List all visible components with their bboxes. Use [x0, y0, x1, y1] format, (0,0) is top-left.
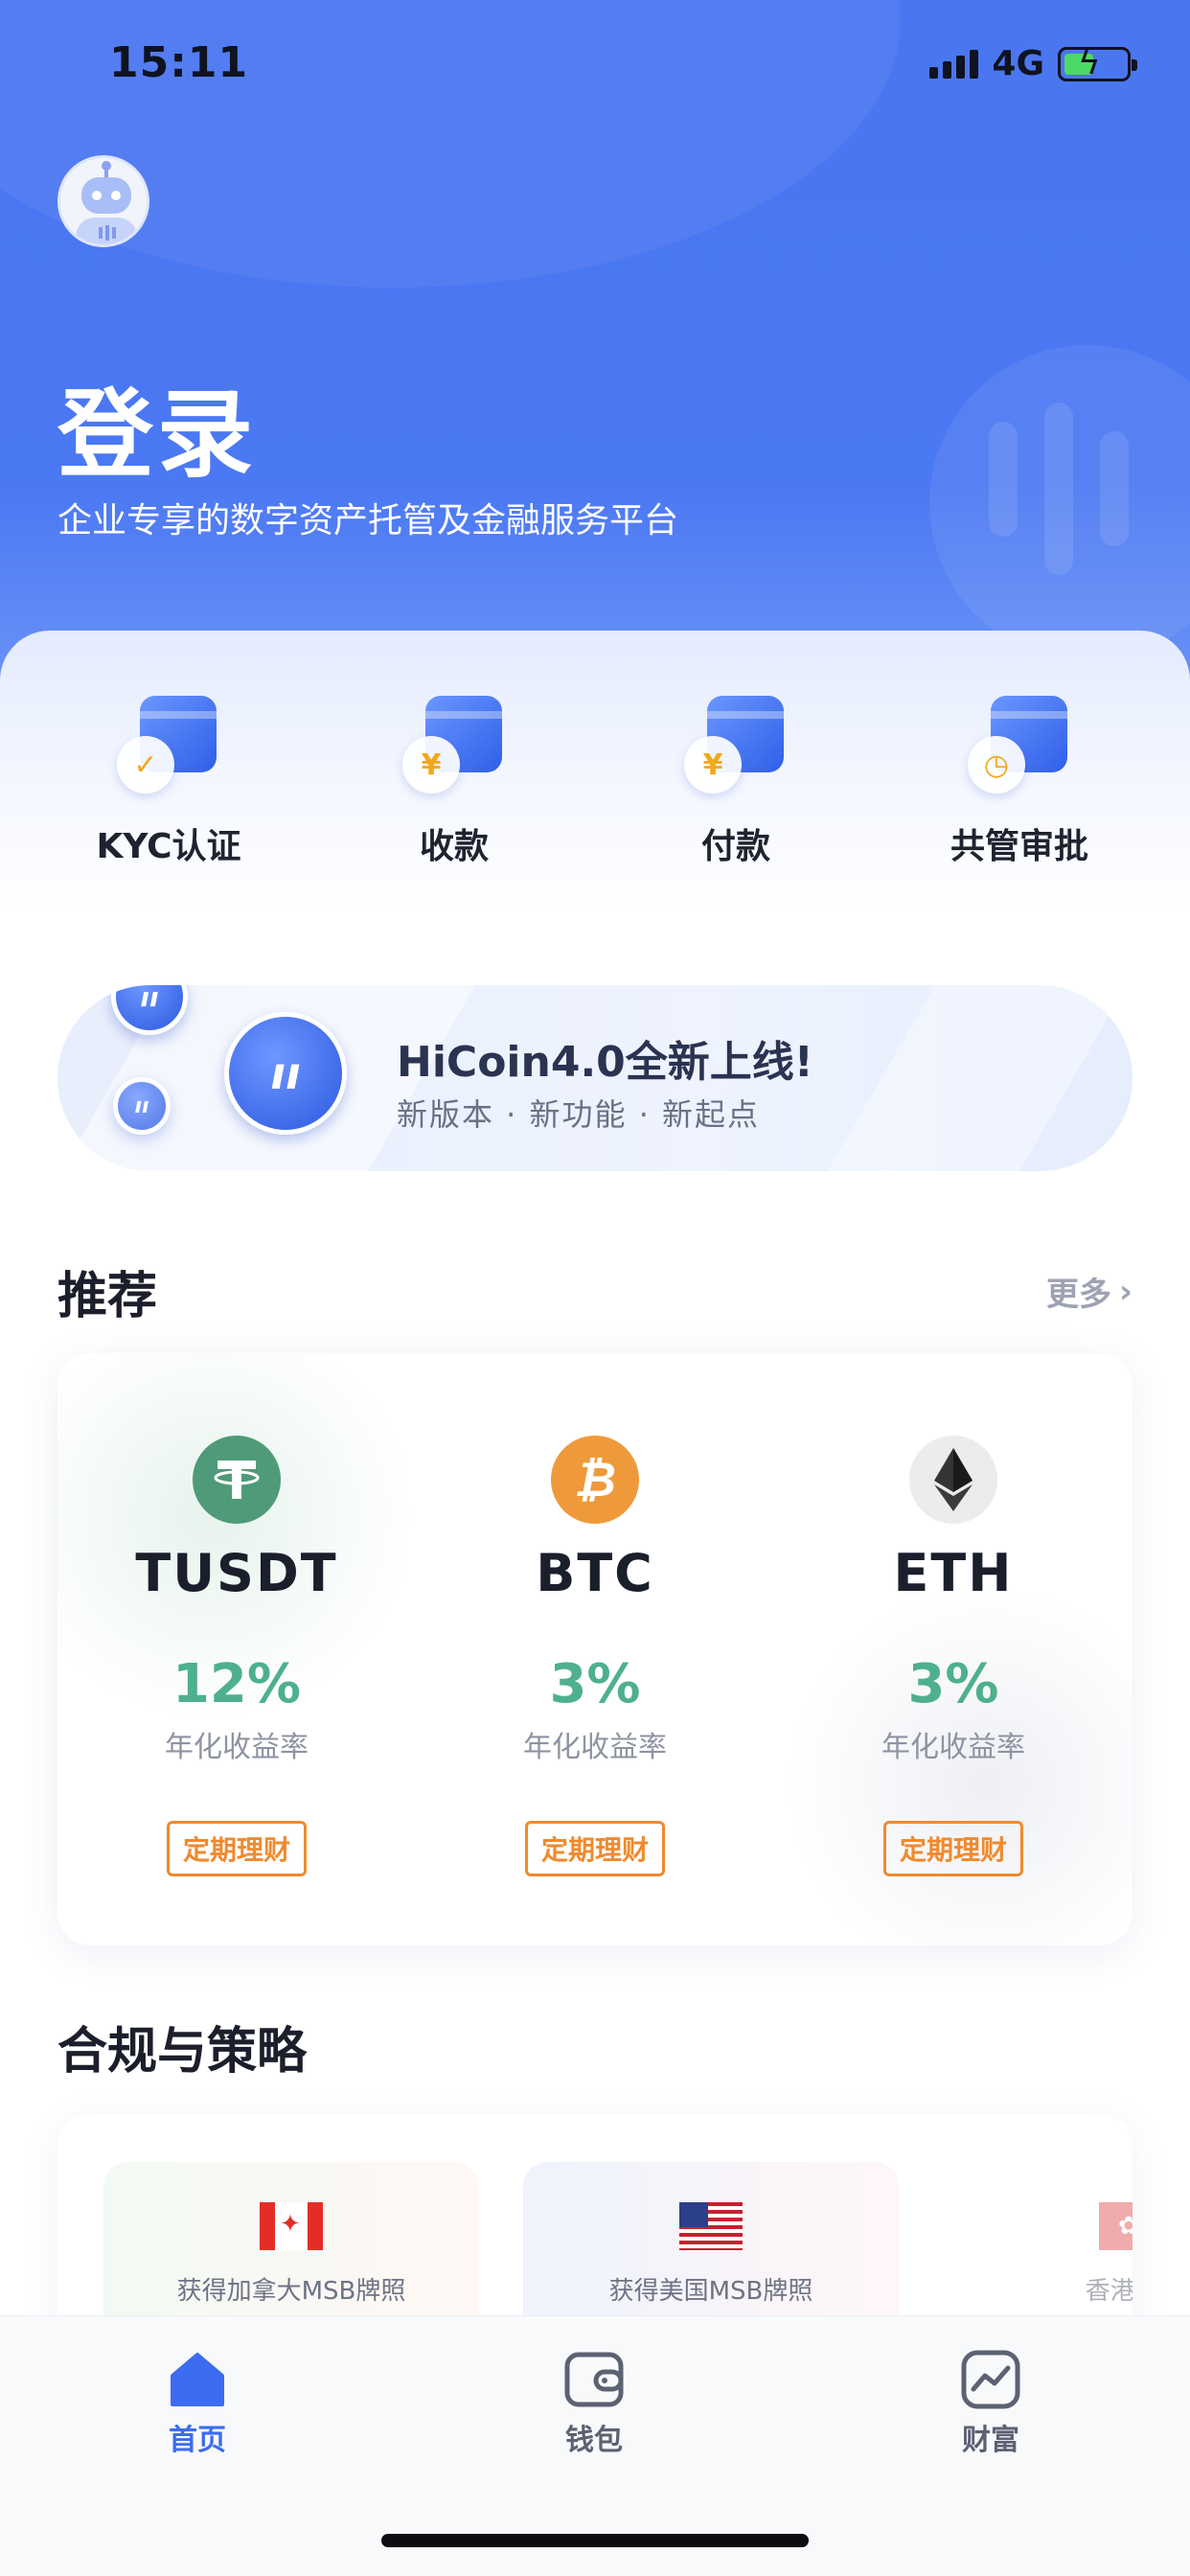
section-title-recommend: 推荐 — [57, 1268, 158, 1325]
tab-label: 首页 — [169, 2424, 226, 2457]
section-title-compliance: 合规与策略 — [57, 2023, 308, 2081]
compliance-header: 合规与策略 — [57, 2011, 1133, 2082]
product-rate-label: 年化收益率 — [165, 1731, 309, 1764]
promo-banner[interactable]: ıı ıı ıı HiCoin4.0全新上线! 新版本 · 新功能 · 新起点 — [57, 985, 1133, 1171]
product-rate: 12% — [172, 1653, 302, 1715]
wealth-chart-icon — [960, 2349, 1021, 2410]
kyc-verify-icon: ✓ — [111, 696, 226, 801]
coin-icon: ıı — [224, 1012, 347, 1135]
usa-flag-icon — [679, 2202, 743, 2250]
receive-payment-icon: ¥ — [397, 696, 512, 801]
recommend-header: 推荐 更多 › — [57, 1255, 1133, 1327]
quick-action-pay[interactable]: ¥ 付款 — [621, 696, 851, 868]
quick-action-label: 收款 — [419, 827, 489, 866]
home-indicator[interactable] — [381, 2534, 809, 2547]
product-btc[interactable]: ₿ BTC 3% 年化收益率 定期理财 — [416, 1436, 774, 1876]
robot-avatar-icon[interactable] — [57, 155, 149, 247]
home-icon — [167, 2349, 228, 2410]
product-tag[interactable]: 定期理财 — [166, 1821, 307, 1876]
wallet-icon — [563, 2349, 625, 2410]
header-area: 15:11 4G ϟ 登录 企业专享的数字资产托管及金融服务平台 — [0, 0, 1190, 690]
license-label: 香港1号 — [1085, 2277, 1133, 2306]
status-indicators: 4G ϟ — [929, 44, 1137, 83]
product-rate-label: 年化收益率 — [523, 1731, 667, 1764]
canada-flag-icon: ✦ — [260, 2202, 323, 2250]
product-symbol: ETH — [893, 1543, 1014, 1603]
quick-action-kyc[interactable]: ✓ KYC认证 — [54, 696, 284, 868]
tab-label: 财富 — [962, 2424, 1019, 2457]
tether-icon — [193, 1436, 281, 1524]
tab-wealth[interactable]: 财富 — [895, 2349, 1087, 2458]
banner-subtitle: 新版本 · 新功能 · 新起点 — [397, 1096, 761, 1133]
product-eth[interactable]: ETH 3% 年化收益率 定期理财 — [774, 1436, 1133, 1876]
product-tag[interactable]: 定期理财 — [524, 1821, 665, 1876]
product-symbol: TUSDT — [135, 1543, 338, 1603]
product-rate: 3% — [549, 1653, 641, 1715]
more-label: 更多 — [1045, 1276, 1111, 1314]
hicoin-watermark-icon — [929, 345, 1190, 661]
more-link[interactable]: 更多 › — [1046, 1268, 1133, 1315]
quick-action-label: 付款 — [700, 827, 770, 866]
chevron-right-icon: › — [1118, 1272, 1133, 1311]
bitcoin-icon: ₿ — [551, 1436, 639, 1524]
ethereum-icon — [909, 1436, 997, 1524]
tab-home[interactable]: 首页 — [102, 2349, 293, 2458]
license-label: 获得美国MSB牌照 — [608, 2277, 813, 2306]
product-rate: 3% — [907, 1653, 999, 1715]
tab-label: 钱包 — [565, 2424, 623, 2457]
send-payment-icon: ¥ — [678, 696, 793, 801]
quick-actions: ✓ KYC认证 ¥ 收款 ¥ 付款 ◷ 共管审批 — [0, 631, 1190, 899]
status-time: 15:11 — [109, 38, 249, 87]
coin-icon: ıı — [113, 1077, 171, 1135]
quick-action-label: KYC认证 — [96, 827, 241, 866]
hongkong-flag-icon: ✿ — [1099, 2202, 1133, 2250]
main-content: ✓ KYC认证 ¥ 收款 ¥ 付款 ◷ 共管审批 ıı ıı ıı HiCoin… — [0, 631, 1190, 2402]
product-tusdt[interactable]: TUSDT 12% 年化收益率 定期理财 — [57, 1436, 416, 1876]
license-label: 获得加拿大MSB牌照 — [176, 2277, 406, 2306]
quick-action-label: 共管审批 — [950, 827, 1088, 866]
battery-icon: ϟ — [1058, 45, 1137, 81]
quick-action-receive[interactable]: ¥ 收款 — [339, 696, 569, 868]
product-tag[interactable]: 定期理财 — [882, 1821, 1023, 1876]
page-title[interactable]: 登录 — [57, 356, 257, 495]
product-symbol: BTC — [536, 1543, 654, 1603]
product-rate-label: 年化收益率 — [881, 1731, 1025, 1764]
co-approval-icon: ◷ — [962, 696, 1077, 801]
tab-wallet[interactable]: 钱包 — [498, 2349, 690, 2458]
recommend-card: TUSDT 12% 年化收益率 定期理财 ₿ BTC 3% 年化收益率 定期理财… — [57, 1353, 1133, 1945]
network-type: 4G — [992, 44, 1044, 83]
quick-action-approval[interactable]: ◷ 共管审批 — [904, 696, 1134, 868]
page-subtitle: 企业专享的数字资产托管及金融服务平台 — [57, 501, 679, 540]
signal-icon — [929, 49, 979, 79]
banner-title: HiCoin4.0全新上线! — [397, 1038, 813, 1087]
